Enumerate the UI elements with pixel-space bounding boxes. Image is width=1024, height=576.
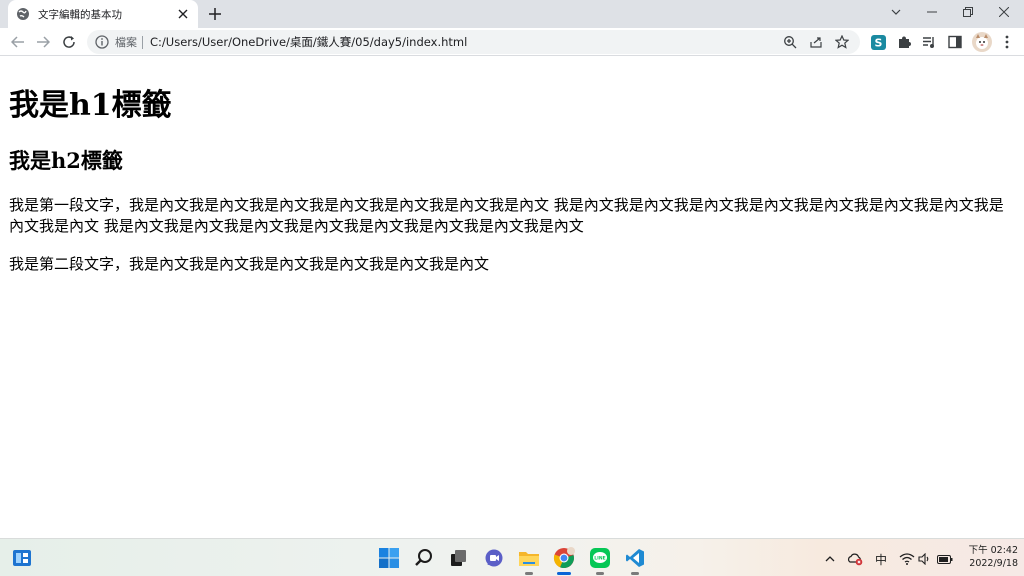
reading-list-icon[interactable] xyxy=(921,34,937,50)
zoom-icon[interactable] xyxy=(782,34,798,50)
tab-search-chevron-icon[interactable] xyxy=(878,0,914,24)
clock-date: 2022/9/18 xyxy=(969,558,1018,569)
globe-icon xyxy=(16,7,30,21)
close-window-button[interactable] xyxy=(986,0,1022,24)
active-indicator xyxy=(557,572,571,575)
running-indicator xyxy=(631,572,639,575)
restore-button[interactable] xyxy=(950,0,986,24)
side-panel-icon[interactable] xyxy=(947,34,963,50)
battery-icon[interactable] xyxy=(937,551,953,567)
tab-strip: 文字編輯的基本功 xyxy=(0,0,1024,28)
minimize-button[interactable] xyxy=(914,0,950,24)
extension-s-icon[interactable]: S xyxy=(870,34,886,50)
tab-close-icon[interactable] xyxy=(176,7,190,21)
browser-toolbar: 檔案 C:/Users/User/OneDrive/桌面/鐵人賽/05/day5… xyxy=(0,28,1024,56)
paragraph-second: 我是第二段文字，我是內文我是內文我是內文我是內文我是內文我是內文 xyxy=(9,255,490,273)
line-icon[interactable]: LINE xyxy=(588,546,612,575)
page-info-label[interactable]: 檔案 xyxy=(115,34,137,50)
info-icon[interactable] xyxy=(95,35,109,49)
heading-h1: 我是h1標籤 xyxy=(9,88,172,123)
windows-taskbar: LINE 中 下午 02:42 2022/9/18 xyxy=(0,538,1024,576)
new-tab-button[interactable] xyxy=(206,5,224,23)
start-windows-icon[interactable] xyxy=(377,546,401,570)
chat-icon[interactable] xyxy=(482,546,506,570)
share-icon[interactable] xyxy=(808,34,824,50)
task-view-icon[interactable] xyxy=(447,546,471,570)
tab-title: 文字編輯的基本功 xyxy=(38,8,122,21)
back-icon[interactable] xyxy=(10,34,26,50)
extensions-puzzle-icon[interactable] xyxy=(896,34,912,50)
svg-text:LINE: LINE xyxy=(594,556,605,562)
running-indicator xyxy=(525,572,533,575)
wifi-icon[interactable] xyxy=(899,551,915,567)
search-icon[interactable] xyxy=(412,546,436,570)
menu-kebab-icon[interactable] xyxy=(999,34,1015,50)
paragraph-first: 我是第一段文字，我是內文我是內文我是內文我是內文我是內文我是內文我是內文 我是內… xyxy=(9,196,1004,235)
forward-icon[interactable] xyxy=(35,34,51,50)
heading-h2: 我是h2標籤 xyxy=(9,148,123,173)
onedrive-error-icon[interactable] xyxy=(847,551,863,567)
url-text[interactable]: C:/Users/User/OneDrive/桌面/鐵人賽/05/day5/in… xyxy=(150,34,782,50)
clock[interactable]: 下午 02:42 2022/9/18 xyxy=(958,544,1018,570)
chrome-icon[interactable] xyxy=(552,546,576,575)
profile-avatar[interactable] xyxy=(972,32,992,52)
page-content: 我是h1標籤 我是h2標籤 我是第一段文字，我是內文我是內文我是內文我是內文我是… xyxy=(0,56,1024,538)
ime-indicator[interactable]: 中 xyxy=(872,551,890,567)
file-explorer-icon[interactable] xyxy=(517,546,541,575)
browser-tab-active[interactable]: 文字編輯的基本功 xyxy=(8,0,198,28)
bookmark-star-icon[interactable] xyxy=(834,34,850,50)
extension-badge-text: S xyxy=(874,36,882,49)
reload-icon[interactable] xyxy=(61,34,77,50)
show-hidden-icons-chevron-icon[interactable] xyxy=(823,551,837,567)
widgets-icon[interactable] xyxy=(10,546,34,570)
running-indicator xyxy=(596,572,604,575)
omnibox-divider xyxy=(142,35,143,49)
volume-icon[interactable] xyxy=(918,551,932,567)
clock-time: 下午 02:42 xyxy=(968,545,1018,556)
vscode-icon[interactable] xyxy=(623,546,647,575)
address-bar[interactable]: 檔案 C:/Users/User/OneDrive/桌面/鐵人賽/05/day5… xyxy=(87,30,860,54)
